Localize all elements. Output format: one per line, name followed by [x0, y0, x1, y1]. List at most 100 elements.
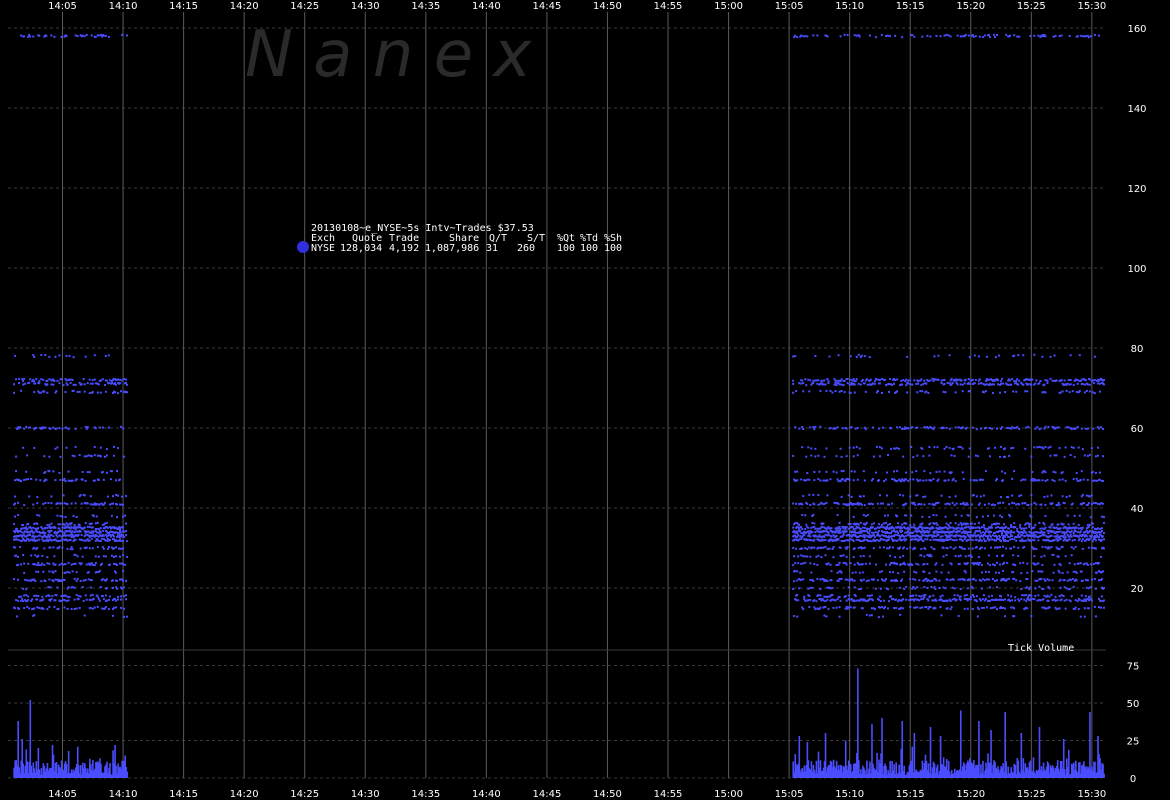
trade-point — [930, 479, 933, 482]
trade-point — [1102, 379, 1105, 382]
trade-point — [41, 595, 44, 598]
trade-point — [889, 35, 892, 38]
trade-point — [988, 455, 991, 458]
trade-point — [969, 538, 972, 541]
trade-point — [910, 445, 913, 448]
trade-point — [108, 503, 111, 506]
trade-point — [1002, 545, 1005, 548]
trade-point — [1010, 447, 1013, 450]
trade-point — [72, 389, 75, 392]
trade-point — [31, 529, 34, 532]
trade-point — [1068, 538, 1071, 541]
trade-point — [27, 522, 30, 525]
trade-point — [1012, 446, 1015, 449]
trade-point — [797, 599, 800, 602]
trade-point — [882, 522, 885, 525]
trade-point — [28, 607, 31, 610]
trade-point — [879, 587, 882, 590]
trade-point — [953, 587, 956, 590]
trade-point — [896, 563, 899, 566]
trade-point — [1076, 379, 1079, 382]
trade-point — [121, 379, 124, 382]
trade-point — [1014, 599, 1017, 602]
trade-point — [863, 479, 866, 482]
trade-point — [38, 564, 41, 567]
trade-point — [36, 535, 39, 538]
trade-point — [792, 454, 795, 457]
trade-point — [881, 615, 884, 618]
trade-point — [824, 533, 827, 536]
trade-point — [961, 527, 964, 530]
trade-point — [105, 471, 108, 474]
trade-point — [957, 523, 960, 526]
trade-point — [990, 526, 993, 529]
trade-point — [61, 546, 64, 549]
trade-point — [809, 586, 812, 589]
trade-point — [1088, 390, 1091, 393]
trade-point — [47, 586, 50, 589]
trade-point — [835, 384, 838, 387]
trade-point — [920, 554, 923, 557]
trade-point — [838, 615, 841, 618]
trade-point — [1096, 382, 1099, 385]
trade-point — [14, 546, 17, 549]
trade-point — [22, 446, 25, 449]
trade-point — [909, 379, 912, 382]
trade-point — [853, 470, 856, 473]
trade-point — [22, 553, 25, 556]
trade-point — [887, 453, 890, 456]
trade-point — [813, 522, 816, 525]
trade-point — [1056, 599, 1059, 602]
trade-point — [920, 595, 923, 598]
trade-point — [920, 547, 923, 550]
trade-point — [110, 554, 113, 557]
trade-point — [1005, 539, 1008, 542]
trade-point — [56, 535, 59, 538]
trade-point — [978, 527, 981, 530]
trade-point — [1007, 383, 1010, 386]
trade-point — [44, 426, 47, 429]
trade-point — [880, 33, 883, 36]
trade-point — [75, 593, 78, 596]
trade-point — [999, 501, 1002, 504]
trade-point — [942, 390, 945, 393]
trade-point — [826, 586, 829, 589]
trade-point — [46, 556, 49, 559]
trade-point — [115, 579, 118, 582]
trade-point — [1082, 478, 1085, 481]
trade-point — [66, 383, 69, 386]
trade-point — [977, 563, 980, 566]
trade-point — [34, 535, 37, 538]
trade-point — [975, 495, 978, 498]
trade-point — [48, 578, 51, 581]
trade-point — [48, 470, 51, 473]
trade-point — [35, 570, 38, 573]
trade-point — [875, 445, 878, 448]
trade-point — [1013, 522, 1016, 525]
trade-point — [1066, 579, 1069, 582]
trade-point — [980, 587, 983, 590]
trade-point — [960, 379, 963, 382]
trade-point — [836, 598, 839, 601]
trade-point — [1086, 523, 1089, 526]
trade-point — [832, 470, 835, 473]
trade-point — [48, 562, 51, 565]
trade-point — [1081, 547, 1084, 550]
trade-point — [845, 530, 848, 533]
trade-point — [1007, 594, 1010, 597]
trade-point — [997, 526, 1000, 529]
trade-point — [1088, 529, 1091, 532]
trade-point — [1015, 539, 1018, 542]
trade-point — [20, 599, 23, 602]
trade-point — [15, 469, 18, 472]
trade-point — [1087, 587, 1090, 590]
trade-point — [865, 613, 868, 616]
trade-point — [997, 546, 1000, 549]
trade-point — [804, 35, 807, 38]
trade-point — [121, 33, 124, 36]
trade-point — [1020, 572, 1023, 575]
trade-point — [798, 528, 801, 531]
trade-point — [99, 540, 102, 543]
trade-point — [124, 514, 127, 517]
trade-point — [915, 470, 918, 473]
